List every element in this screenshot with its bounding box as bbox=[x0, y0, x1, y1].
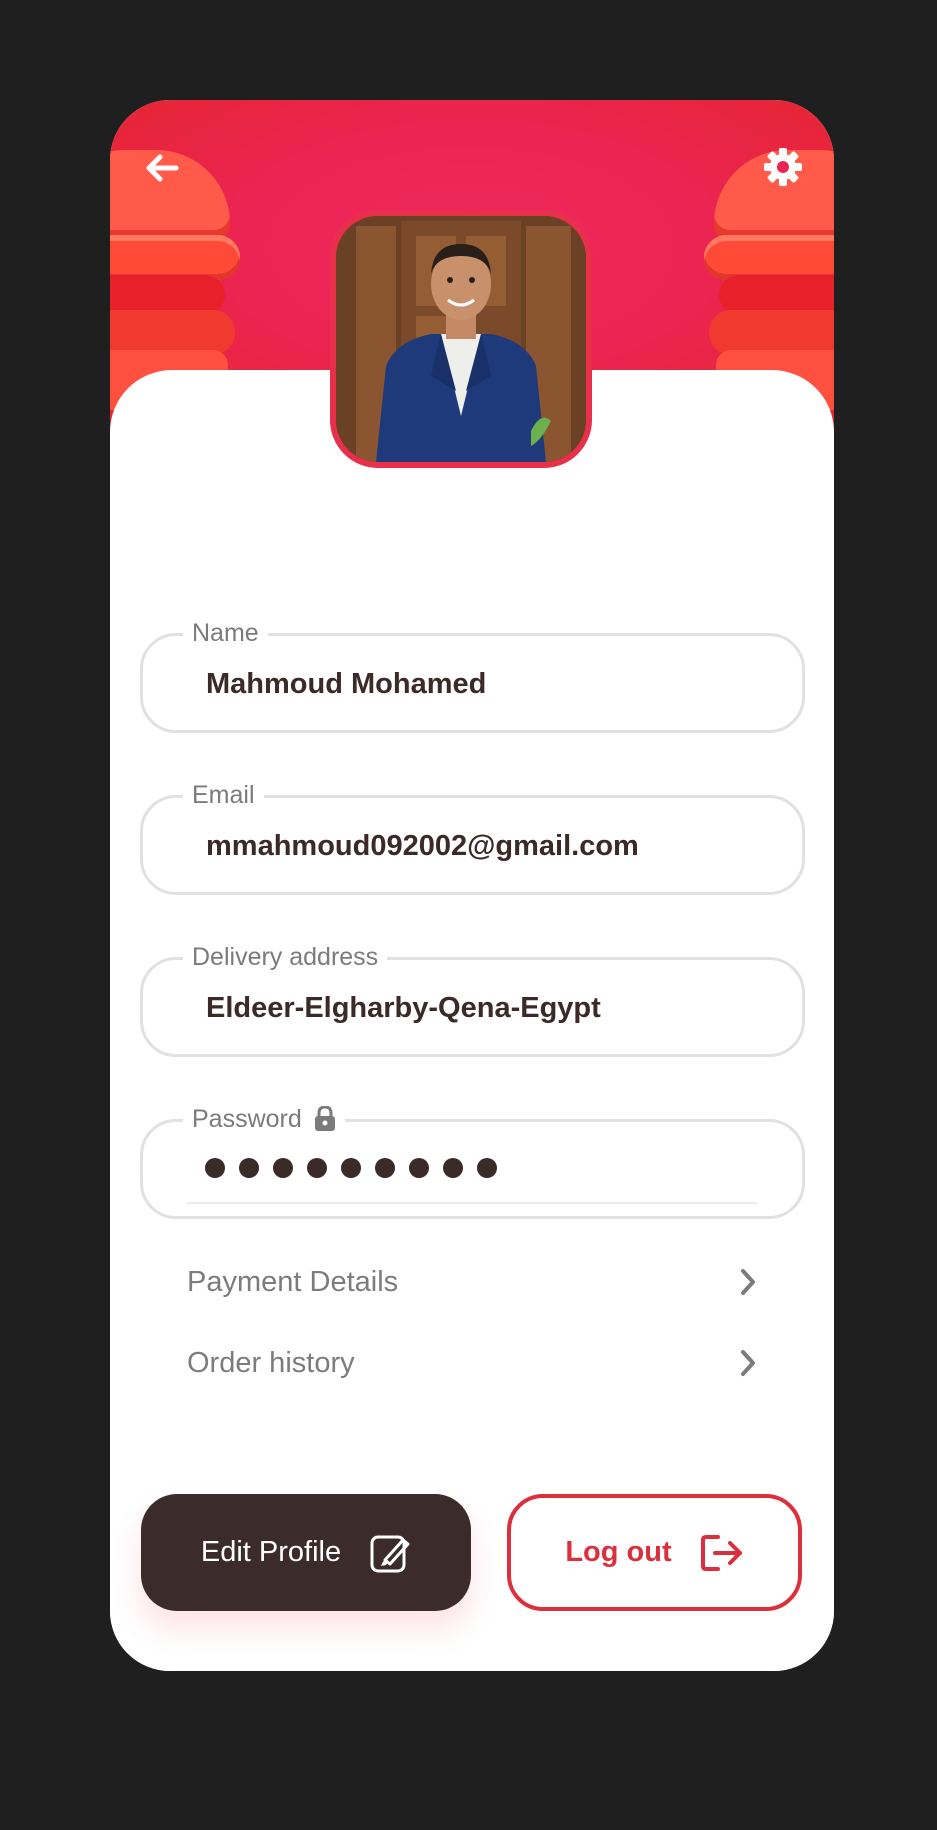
delivery-address-value[interactable]: Eldeer-Elgharby-Qena-Egypt bbox=[206, 991, 601, 1025]
gear-icon bbox=[764, 148, 802, 186]
edit-profile-label: Edit Profile bbox=[200, 1536, 342, 1568]
logout-label: Log out bbox=[565, 1536, 672, 1568]
order-history-label: Order history bbox=[187, 1346, 355, 1379]
back-button[interactable] bbox=[140, 148, 184, 188]
name-field-label: Name bbox=[183, 618, 268, 648]
chevron-right-icon bbox=[741, 1350, 755, 1376]
divider bbox=[187, 1202, 757, 1204]
profile-screen: Name Mahmoud Mohamed Email mmahmoud09200… bbox=[110, 100, 834, 1671]
email-field[interactable]: Email mmahmoud092002@gmail.com bbox=[140, 780, 805, 895]
name-field-value[interactable]: Mahmoud Mohamed bbox=[206, 667, 486, 701]
profile-photo[interactable] bbox=[330, 210, 592, 468]
lock-icon bbox=[314, 1106, 335, 1131]
delivery-address-field[interactable]: Delivery address Eldeer-Elgharby-Qena-Eg… bbox=[140, 942, 805, 1057]
name-field[interactable]: Name Mahmoud Mohamed bbox=[140, 618, 805, 733]
profile-card: Name Mahmoud Mohamed Email mmahmoud09200… bbox=[110, 370, 834, 1671]
password-field[interactable]: Password bbox=[140, 1104, 805, 1219]
edit-profile-button[interactable]: Edit Profile bbox=[141, 1494, 471, 1611]
email-field-value[interactable]: mmahmoud092002@gmail.com bbox=[206, 829, 639, 863]
edit-icon bbox=[370, 1535, 410, 1572]
payment-details-row[interactable]: Payment Details bbox=[187, 1257, 757, 1307]
payment-details-label: Payment Details bbox=[187, 1265, 399, 1298]
password-field-label-group: Password bbox=[183, 1104, 345, 1134]
password-field-label: Password bbox=[192, 1105, 302, 1133]
logout-button[interactable]: Log out bbox=[507, 1494, 802, 1611]
logout-icon bbox=[700, 1534, 742, 1571]
profile-photo-illustration bbox=[336, 216, 586, 462]
order-history-row[interactable]: Order history bbox=[187, 1338, 757, 1388]
delivery-address-label: Delivery address bbox=[183, 942, 388, 972]
settings-button[interactable] bbox=[760, 144, 806, 190]
password-masked-value[interactable] bbox=[205, 1158, 497, 1178]
chevron-right-icon bbox=[741, 1269, 755, 1295]
email-field-label: Email bbox=[183, 780, 264, 810]
arrow-left-icon bbox=[146, 154, 179, 182]
